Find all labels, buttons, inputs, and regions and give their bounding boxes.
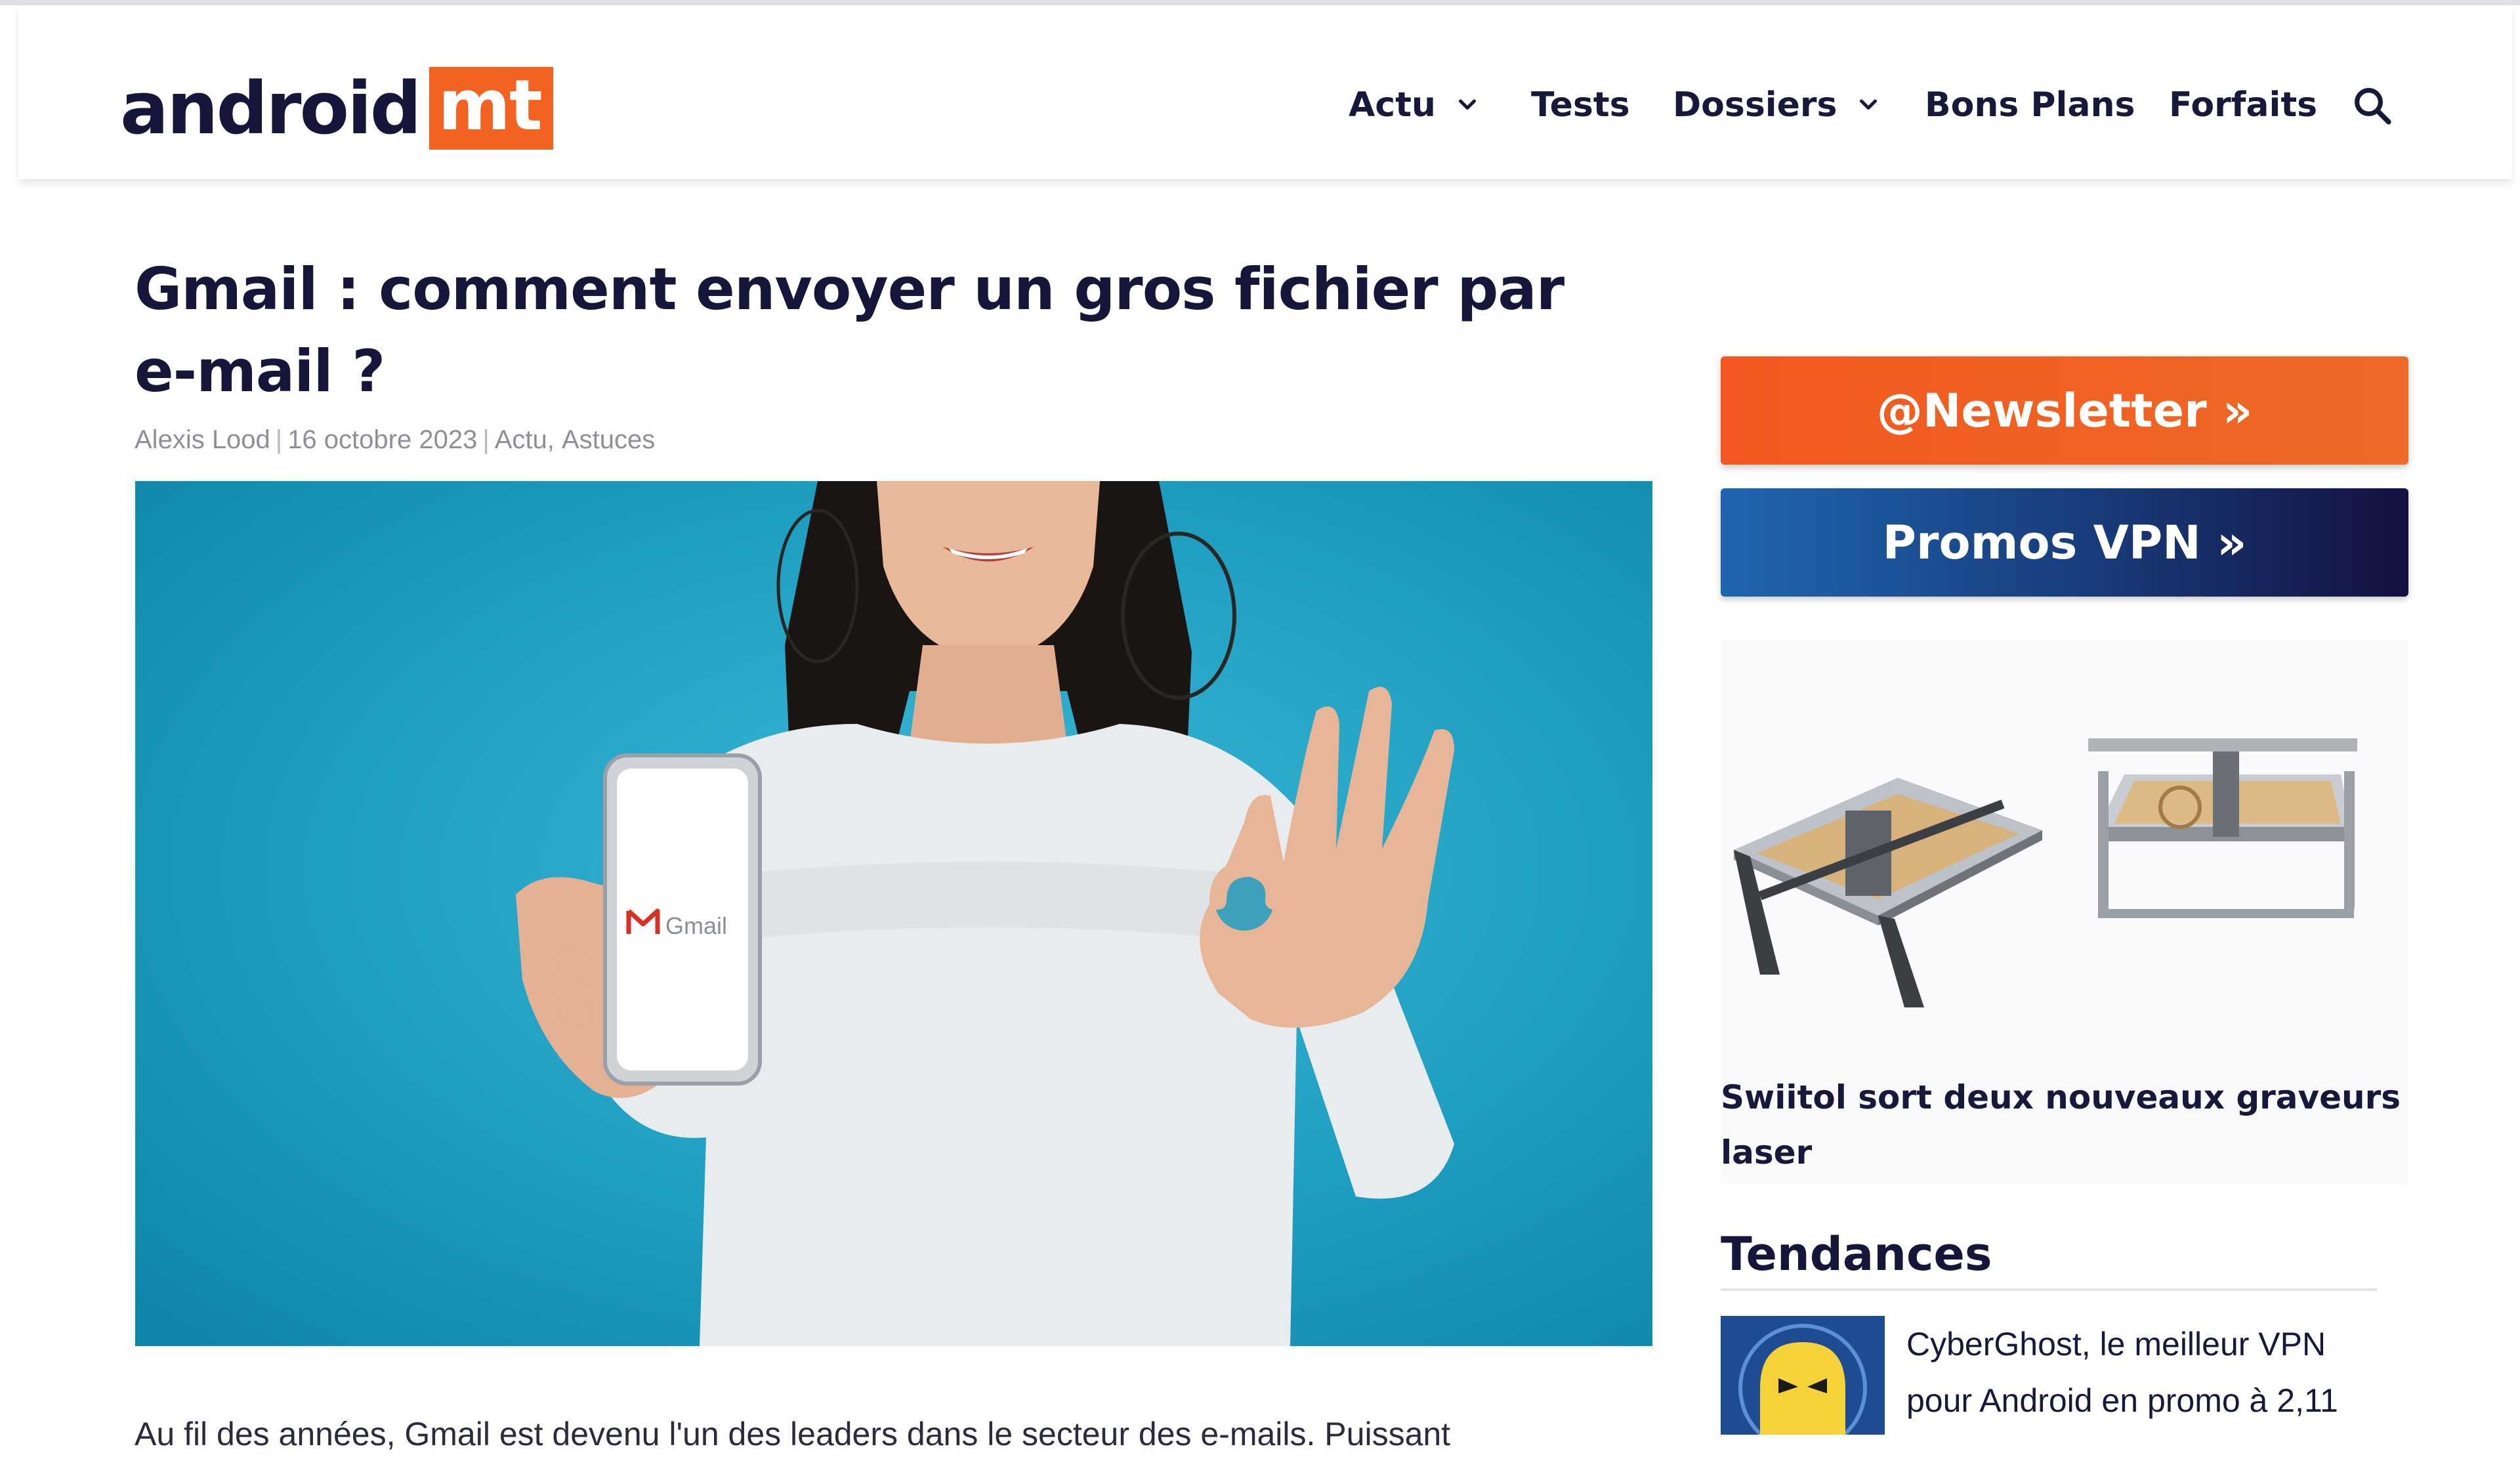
promo-image <box>1734 738 2357 1007</box>
promo-title: Swiitol sort deux nouveaux graveurs lase… <box>1721 1078 2401 1172</box>
trends-divider <box>1721 1288 2377 1291</box>
trend-thumbnail[interactable] <box>1721 1316 1885 1435</box>
article-intro: Au fil des années, Gmail est devenu l'un… <box>135 1416 1451 1452</box>
trends-heading: Tendances <box>1721 1227 1992 1281</box>
nav-item-tests[interactable]: Tests <box>1531 79 1630 131</box>
article-date: 16 octobre 2023 <box>287 425 478 454</box>
nav-item-label: Forfaits <box>2169 85 2318 125</box>
nav-item-forfaits[interactable]: Forfaits <box>2169 79 2317 131</box>
meta-comma: , <box>547 425 562 454</box>
chevron-down-icon <box>1458 99 1477 110</box>
nav-item-label: Actu <box>1349 85 1436 125</box>
nav-item-actu[interactable]: Actu <box>1349 79 1479 131</box>
nav-item-dossiers[interactable]: Dossiers <box>1673 79 1880 131</box>
article-title: Gmail : comment envoyer un gros fichier … <box>135 255 1564 405</box>
trend-item-link[interactable]: CyberGhost, le meilleur VPN pour Android… <box>1906 1316 2392 1429</box>
article-meta: Alexis Lood | 16 octobre 2023 | Actu , A… <box>135 423 655 456</box>
site-logo[interactable]: android mt <box>120 66 553 151</box>
hero-phone-label: Gmail <box>665 912 727 939</box>
newsletter-button[interactable]: @Newsletter » <box>1721 356 2408 465</box>
logo-text-android: android <box>120 66 422 150</box>
browser-top-strip <box>0 0 2520 5</box>
chevron-down-icon <box>1860 99 1878 110</box>
ghost-mascot-image <box>1721 1316 1885 1435</box>
logo-text-mt: mt <box>429 67 553 150</box>
category-link-astuces[interactable]: Astuces <box>562 425 655 455</box>
category-link-actu[interactable]: Actu <box>495 425 547 455</box>
site-header: android mt <box>18 5 2512 179</box>
meta-separator: | <box>275 425 283 454</box>
vpn-promos-button[interactable]: Promos VPN » <box>1721 488 2408 597</box>
hero-image: Gmail <box>135 481 1652 1346</box>
nav-item-label: Dossiers <box>1673 85 1838 125</box>
promo-card[interactable]: Swiitol sort deux nouveaux graveurs lase… <box>1721 640 2408 1185</box>
hero-illustration: Gmail <box>516 481 1454 1346</box>
author-link[interactable]: Alexis Lood <box>135 425 270 455</box>
nav-item-bons-plans[interactable]: Bons Plans <box>1925 79 2135 131</box>
meta-separator: | <box>482 425 490 454</box>
nav-item-label: Bons Plans <box>1925 85 2135 125</box>
nav-item-label: Tests <box>1531 85 1630 125</box>
search-icon[interactable] <box>2351 84 2394 127</box>
